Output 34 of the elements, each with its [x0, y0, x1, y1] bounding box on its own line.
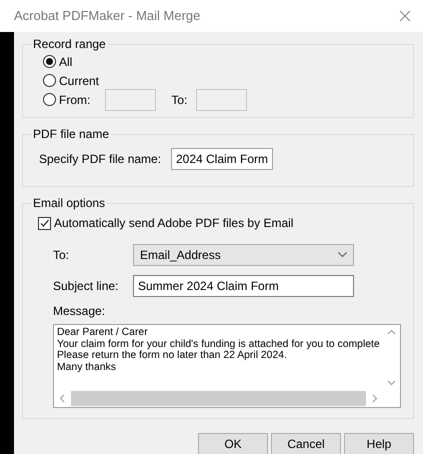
radio-option[interactable]: From: [43, 90, 90, 108]
dialog-button[interactable]: OK [198, 433, 268, 454]
to-field[interactable] [196, 88, 248, 110]
dialog-button[interactable]: Cancel [271, 433, 341, 454]
close-icon[interactable] [399, 10, 411, 22]
scroll-down-icon[interactable] [387, 378, 396, 387]
scroll-left-icon[interactable] [58, 394, 67, 403]
field-label: To: [53, 247, 70, 264]
message-line: Please return the form no later than 22 April 2024. [57, 350, 288, 362]
message-line: Your claim form for your child's funding is attached for you to complete [57, 338, 380, 350]
message-field[interactable]: Dear Parent / Carer Your claim form for your child's funding is attached for you to complete Please return the form no later than 22 April 2024. Many thanks [53, 324, 401, 408]
dialog-button[interactable]: Help [344, 433, 414, 454]
to-label: To: [171, 92, 188, 108]
chevron-icon [338, 252, 347, 258]
from-field[interactable] [105, 88, 156, 110]
file-name-field[interactable]: 2024 Claim Form [170, 148, 273, 170]
recipient-dropdown[interactable]: Email_Address [133, 244, 354, 266]
field-label: Message: [53, 303, 106, 320]
auto-send-checkbox[interactable]: Automatically send Adobe PDF files by Email [38, 214, 403, 232]
window-title: Acrobat PDFMaker - Mail Merge [14, 7, 200, 26]
message-line: Dear Parent / Carer [57, 327, 149, 338]
field-label: Subject line: [53, 278, 120, 295]
field-label: Specify PDF file name: [39, 151, 162, 168]
radio-option[interactable]: All [43, 52, 72, 70]
scroll-right-icon[interactable] [370, 394, 379, 403]
group-title: PDF file name [32, 126, 110, 142]
scroll-up-icon[interactable] [387, 328, 396, 337]
message-line: Many thanks [57, 362, 117, 373]
group-title: Record range [32, 36, 107, 52]
radio-option[interactable]: Current [43, 72, 100, 90]
group-title: Email options [32, 195, 106, 211]
scrollbar-thumb[interactable] [71, 391, 366, 406]
subject-field[interactable]: Summer 2024 Claim Form [133, 275, 354, 297]
check-icon [39, 218, 50, 228]
